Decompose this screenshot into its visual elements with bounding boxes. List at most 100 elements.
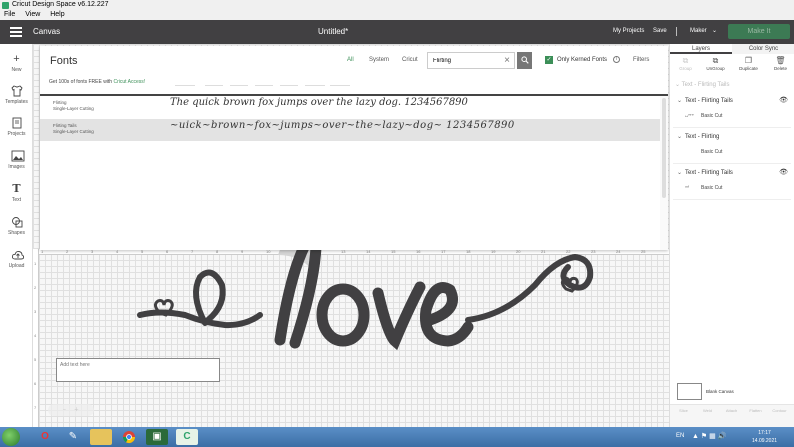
tab-color-sync[interactable]: Color Sync: [732, 44, 794, 54]
ghost-line-space-field: [255, 78, 273, 86]
section-title: Canvas: [33, 27, 61, 36]
font-search-field[interactable]: ×: [427, 52, 515, 69]
layer-child-label: Basic Cut: [701, 149, 723, 155]
machine-select[interactable]: Maker: [690, 28, 707, 34]
chevron-down-icon[interactable]: ⌄: [677, 134, 682, 140]
rail-templates[interactable]: Templates: [0, 85, 33, 105]
menu-help[interactable]: Help: [50, 11, 64, 18]
slice-button[interactable]: Slice: [671, 408, 696, 413]
chrome-icon[interactable]: [118, 429, 140, 445]
app-icon: [2, 2, 9, 9]
duplicate-button[interactable]: ❐ Duplicate: [736, 56, 761, 71]
font-list-scrollbar[interactable]: [660, 96, 668, 250]
flatten-button[interactable]: Flatten: [743, 408, 768, 413]
weld-button[interactable]: Weld: [695, 408, 720, 413]
monitor-app-icon[interactable]: ▣: [146, 429, 168, 445]
font-subtitle: Single-Layer Cutting: [53, 129, 94, 134]
ruler-tick-label: 3: [34, 309, 37, 314]
tab-system[interactable]: System: [369, 57, 389, 63]
rail-new-label: New: [11, 67, 22, 73]
tab-all[interactable]: All: [347, 57, 354, 63]
eye-icon[interactable]: 👁: [779, 168, 788, 176]
rail-shapes[interactable]: Shapes: [0, 216, 33, 236]
font-row-flirting[interactable]: Flirting Single-Layer Cutting The quick …: [40, 96, 660, 118]
rail-projects[interactable]: Projects: [0, 117, 33, 137]
tray-icons[interactable]: ▲ ⚑ ▦ 🔊: [692, 432, 726, 440]
ghost-alignment-select: [280, 78, 298, 86]
filters-button[interactable]: Filters: [633, 57, 649, 63]
make-it-button[interactable]: Make It: [728, 24, 790, 39]
ruler-tick-label: 6: [34, 381, 37, 386]
menu-file[interactable]: File: [4, 11, 15, 18]
layer-child[interactable]: ᵃᵈ Basic Cut: [685, 185, 722, 191]
flatten-label: Flatten: [749, 408, 762, 413]
only-kerned-label: Only Kerned Fonts: [557, 57, 608, 63]
love-letter-e: [419, 282, 474, 347]
slice-label: Slice: [679, 408, 688, 413]
scrollbar-thumb[interactable]: [662, 98, 666, 198]
blank-canvas-swatch[interactable]: [677, 383, 702, 400]
only-kerned-checkbox[interactable]: ✓: [545, 56, 553, 64]
clock[interactable]: 17:17 14.09.2021: [752, 429, 777, 445]
tab-cricut[interactable]: Cricut: [402, 57, 418, 63]
blank-canvas-label: Blank Canvas: [706, 389, 734, 394]
rail-new[interactable]: + New: [0, 53, 33, 73]
tools-icon[interactable]: ✎: [62, 429, 84, 445]
opera-icon[interactable]: O: [34, 429, 56, 445]
image-icon: [11, 150, 24, 162]
zoom-control[interactable]: − ＋: [48, 404, 94, 416]
rail-text-label: Text: [11, 197, 22, 203]
fonts-panel-title: Fonts: [50, 55, 78, 67]
rail-upload-label: Upload: [8, 263, 25, 269]
add-text-box[interactable]: [56, 358, 220, 382]
layer-header[interactable]: ⌄ Text - Flirting Tails: [677, 97, 733, 104]
ruler-tick-label: 7: [34, 405, 37, 410]
chevron-down-icon[interactable]: ⌄: [677, 98, 682, 104]
eye-icon[interactable]: 👁: [779, 96, 788, 104]
weld-label: Weld: [702, 408, 713, 413]
rail-images[interactable]: Images: [0, 150, 33, 170]
delete-button[interactable]: 🗑 Delete: [768, 56, 793, 71]
layer-child[interactable]: Basic Cut: [685, 149, 722, 155]
group-label: Group: [679, 66, 692, 71]
layer-group-2[interactable]: ⌄ Text - Flirting Basic Cut: [673, 130, 791, 164]
layer-header[interactable]: ⌄ Text - Flirting: [677, 133, 719, 140]
duplicate-icon: ❐: [744, 56, 753, 65]
font-row-flirting-tails[interactable]: Flirting Tails Single-Layer Cutting ~uic…: [40, 119, 660, 141]
layer-group-3[interactable]: ⌄ Text - Flirting Tails 👁 ᵃᵈ Basic Cut: [673, 166, 791, 200]
layer-child[interactable]: ᴗᵒᵛᵉ Basic Cut: [685, 113, 722, 119]
chevron-down-icon[interactable]: ⌄: [712, 27, 717, 34]
save-button[interactable]: Save: [653, 28, 667, 34]
tab-layers[interactable]: Layers: [670, 44, 732, 54]
ungroup-button[interactable]: ⧉ UnGroup: [703, 56, 728, 71]
info-icon[interactable]: i: [613, 56, 620, 63]
windows-taskbar: O ✎ ▣ C EN ▲ ⚑ ▦ 🔊 17:17 14.09.2021: [0, 427, 794, 447]
language-indicator[interactable]: EN: [676, 433, 684, 439]
layer-thumbnail: ᵃᵈ: [685, 185, 689, 191]
shapes-icon: [11, 216, 23, 228]
font-search-input[interactable]: [428, 53, 500, 68]
menu-view[interactable]: View: [25, 11, 40, 18]
layer-ghost-header: ⌄ Text - Flirting Tails: [675, 81, 730, 88]
layer-header[interactable]: ⌄ Text - Flirting Tails: [677, 169, 733, 176]
start-button[interactable]: [2, 428, 20, 446]
layers-panel: Layers Color Sync ⧉ Group ⧉ UnGroup ❐ Du…: [669, 44, 794, 427]
folder-icon[interactable]: [90, 429, 112, 445]
clear-search-icon[interactable]: ×: [504, 54, 510, 68]
my-projects-link[interactable]: My Projects: [613, 28, 644, 34]
search-button[interactable]: [517, 52, 532, 69]
rail-text[interactable]: T Text: [0, 183, 33, 204]
add-text-input[interactable]: [57, 359, 219, 381]
attach-button[interactable]: Attach: [719, 408, 744, 413]
hamburger-menu-icon[interactable]: [10, 27, 22, 37]
group-button[interactable]: ⧉ Group: [673, 56, 698, 71]
chevron-down-icon[interactable]: ⌄: [677, 170, 682, 176]
layer-group-1[interactable]: ⌄ Text - Flirting Tails 👁 ᴗᵒᵛᵉ Basic Cut: [673, 94, 791, 128]
header-divider: [676, 27, 677, 36]
rail-templates-label: Templates: [5, 99, 28, 105]
cricut-access-link[interactable]: Cricut Access!: [113, 79, 145, 85]
rail-upload[interactable]: Upload: [0, 249, 33, 269]
ruler-tick-label: 2: [34, 285, 37, 290]
contour-button[interactable]: Contour: [767, 408, 792, 413]
cricut-app-icon[interactable]: C: [176, 429, 198, 445]
